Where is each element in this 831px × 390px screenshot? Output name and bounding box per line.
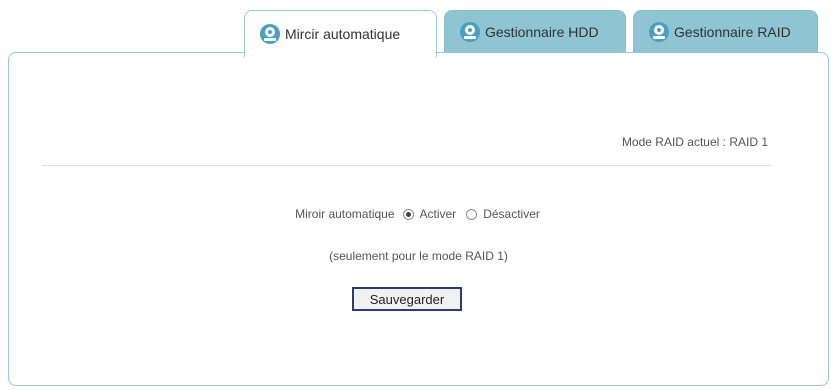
divider	[42, 165, 772, 166]
tab-hdd-manager[interactable]: Gestionnaire HDD	[444, 10, 626, 52]
tab-raid-manager[interactable]: Gestionnaire RAID	[633, 10, 818, 52]
content-panel: Mode RAID actuel : RAID 1 Miroir automat…	[8, 52, 829, 386]
raid-mode-status: Mode RAID actuel : RAID 1	[621, 135, 768, 149]
hdd-icon	[460, 21, 480, 42]
tab-bar: Mircir automatique Gestionnaire HDD Gest…	[0, 10, 831, 57]
deactivate-label[interactable]: Désactiver	[483, 207, 540, 221]
hdd-icon	[260, 24, 280, 44]
tab-label: Gestionnaire HDD	[485, 23, 599, 40]
tab-mirror-automatic[interactable]: Mircir automatique	[244, 10, 437, 57]
tab-label: Mircir automatique	[285, 26, 401, 42]
activate-label[interactable]: Activer	[420, 207, 457, 221]
save-button[interactable]: Sauvegarder	[352, 287, 462, 311]
hdd-icon	[649, 21, 669, 42]
mirror-option-row: Miroir automatique Activer Désactiver	[9, 207, 828, 221]
deactivate-radio[interactable]	[466, 208, 478, 220]
activate-radio[interactable]	[402, 208, 414, 220]
raid-note: (seulement pour le mode RAID 1)	[329, 249, 508, 263]
tab-label: Gestionnaire RAID	[674, 23, 791, 40]
mirror-label: Miroir automatique	[295, 207, 395, 221]
